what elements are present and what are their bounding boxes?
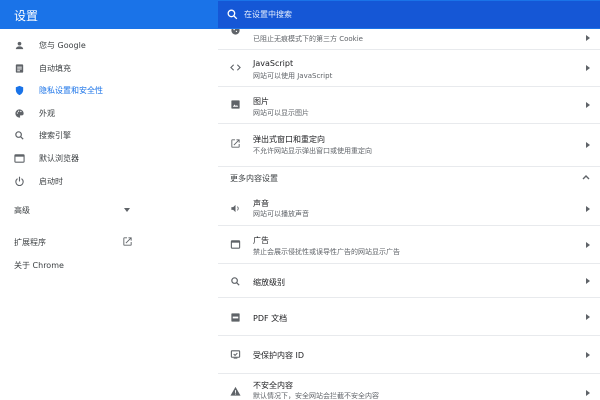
sidebar-item-label: 隐私设置和安全性 [39,86,103,95]
sound-row[interactable]: 声音 网站可以播放声音 [218,192,600,225]
chevron-right-icon [586,65,590,71]
row-title: 声音 [253,199,269,208]
sidebar-item-label: 您与 Google [39,41,86,50]
settings-content: 已阻止无痕模式下的第三方 Cookie JavaScript 网站可以使用 Ja… [218,29,600,400]
row-title: 受保护内容 ID [253,351,305,360]
app-title: 设置 [14,9,39,23]
sidebar-item-extensions[interactable]: 扩展程序 [0,231,218,253]
row-title: PDF 文档 [253,314,288,323]
chevron-right-icon [586,390,590,396]
row-title: 不安全内容 [253,381,293,390]
palette-icon [14,108,25,119]
row-subtitle: 禁止会展示侵扰性或误导性广告的网站显示广告 [253,248,400,256]
search-input[interactable] [244,5,544,24]
sidebar-item-label: 默认浏览器 [39,154,79,163]
row-subtitle: 已阻止无痕模式下的第三方 Cookie [253,35,363,43]
warning-icon [230,386,241,397]
sidebar-item-on-startup[interactable]: 启动时 [0,171,218,193]
sidebar-item-privacy-security[interactable]: 隐私设置和安全性 [0,80,218,102]
protected-content-row[interactable]: 受保护内容 ID [218,335,600,373]
chevron-right-icon [586,314,590,320]
pdf-documents-row[interactable]: PDF 文档 [218,297,600,335]
row-title: 图片 [253,97,269,106]
images-row[interactable]: 图片 网站可以显示图片 [218,86,600,123]
code-icon [230,62,241,73]
javascript-row[interactable]: JavaScript 网站可以使用 JavaScript [218,49,600,86]
zoom-levels-row[interactable]: 缩放级别 [218,263,600,297]
sidebar: 您与 Google 自动填充 隐私设置和安全性 外观 搜索引擎 默认浏览器 启动… [0,29,218,400]
speaker-icon [230,203,241,214]
section-title: 更多内容设置 [230,174,278,183]
sidebar-item-label: 启动时 [39,177,63,186]
search-box[interactable] [218,1,600,28]
search-icon [226,8,239,21]
chevron-up-icon [582,174,590,180]
chevron-right-icon [586,278,590,284]
more-content-settings-toggle[interactable]: 更多内容设置 [218,166,600,188]
pdf-icon [230,312,241,323]
row-subtitle: 不允许网站显示弹出窗口或使用重定向 [253,147,372,155]
sidebar-item-label: 外观 [39,109,55,118]
advanced-toggle[interactable]: 高级 [0,199,218,221]
advanced-label: 高级 [14,206,30,215]
chevron-down-icon [124,208,130,212]
open-in-new-icon [122,236,133,247]
sidebar-item-search-engine[interactable]: 搜索引擎 [0,125,218,147]
chevron-right-icon [586,35,590,41]
image-icon [230,99,241,110]
ads-icon [230,239,241,250]
protected-content-icon [230,349,241,360]
row-title: JavaScript [253,59,294,68]
chevron-right-icon [586,242,590,248]
chevron-right-icon [586,142,590,148]
chevron-right-icon [586,206,590,212]
cookie-icon [230,29,241,36]
popup-icon [230,138,241,149]
chevron-right-icon [586,352,590,358]
row-title: 弹出式窗口和重定向 [253,135,325,144]
about-label: 关于 Chrome [14,261,64,270]
sidebar-item-label: 自动填充 [39,64,71,73]
row-title: 广告 [253,236,269,245]
search-icon [14,130,25,141]
ads-row[interactable]: 广告 禁止会展示侵扰性或误导性广告的网站显示广告 [218,225,600,263]
top-bar: 设置 [0,0,600,29]
person-icon [14,40,25,51]
sidebar-item-about-chrome[interactable]: 关于 Chrome [0,255,218,275]
row-subtitle: 网站可以显示图片 [253,109,309,117]
row-subtitle: 网站可以播放声音 [253,210,309,218]
sidebar-item-appearance[interactable]: 外观 [0,103,218,125]
sidebar-item-autofill[interactable]: 自动填充 [0,58,218,80]
row-title: 缩放级别 [253,278,285,287]
row-subtitle: 网站可以使用 JavaScript [253,72,333,80]
sidebar-item-default-browser[interactable]: 默认浏览器 [0,148,218,170]
shield-icon [14,85,25,96]
row-subtitle: 默认情况下，安全网站会拦截不安全内容 [253,392,379,400]
insecure-content-row[interactable]: 不安全内容 默认情况下，安全网站会拦截不安全内容 [218,373,600,400]
sidebar-item-you-and-google[interactable]: 您与 Google [0,35,218,57]
popups-row[interactable]: 弹出式窗口和重定向 不允许网站显示弹出窗口或使用重定向 [218,123,600,166]
power-icon [14,176,25,187]
zoom-icon [230,276,241,287]
chevron-right-icon [586,102,590,108]
clipboard-icon [14,63,25,74]
extensions-label: 扩展程序 [14,238,46,247]
browser-icon [14,153,25,164]
sidebar-item-label: 搜索引擎 [39,131,71,140]
